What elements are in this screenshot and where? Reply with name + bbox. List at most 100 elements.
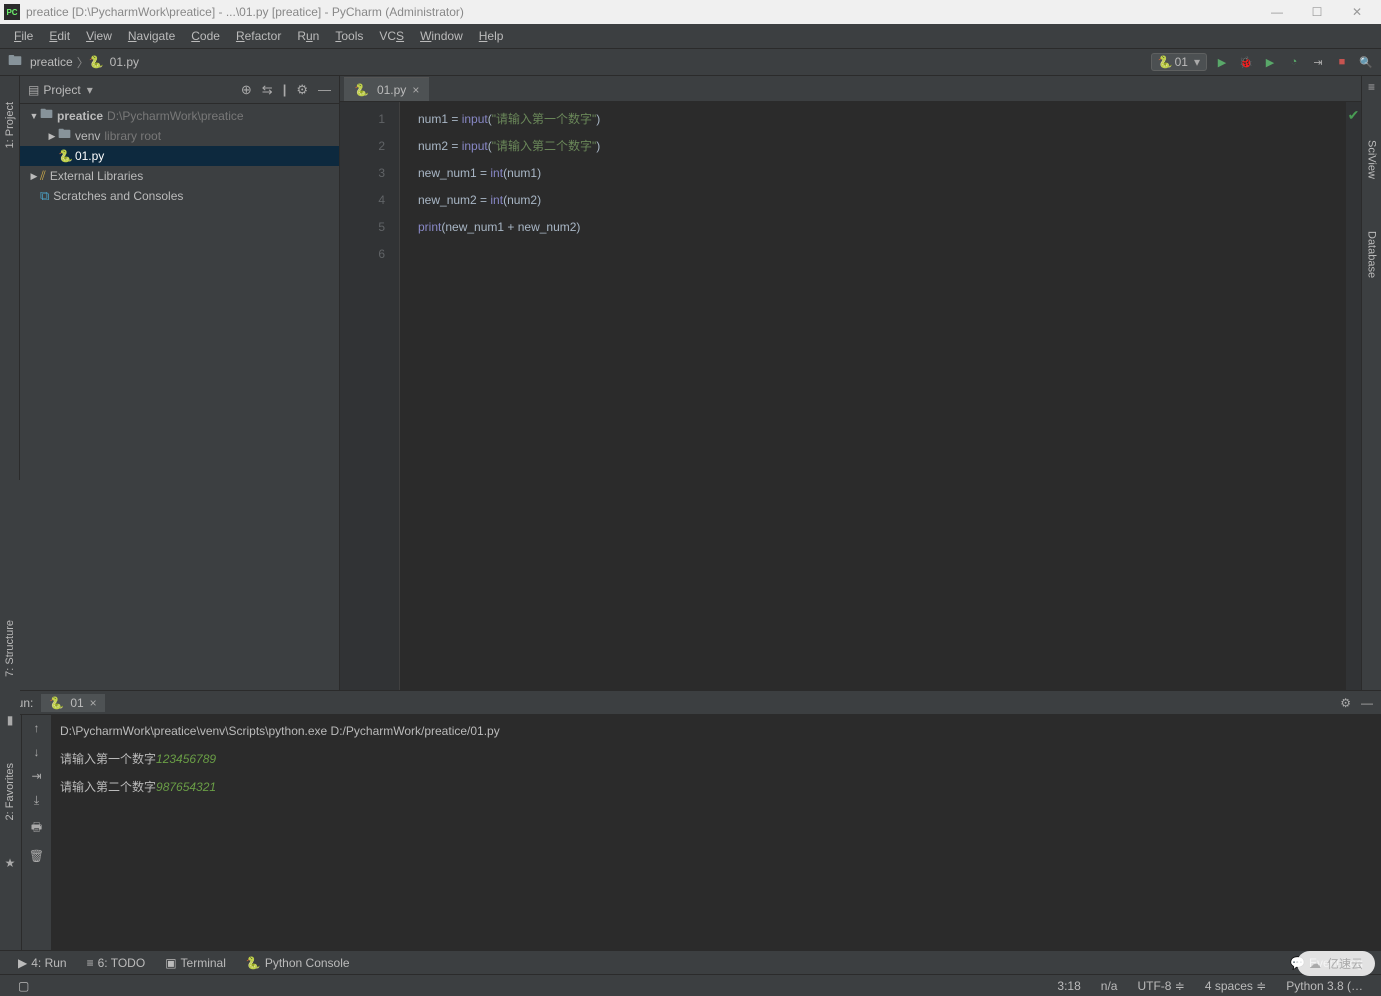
python-file-icon xyxy=(354,83,371,97)
expand-icon[interactable]: ⇆ xyxy=(262,82,273,98)
hide-icon[interactable]: — xyxy=(318,82,331,97)
menu-window[interactable]: Window xyxy=(412,27,471,45)
run-button[interactable]: ▶ xyxy=(1215,55,1229,69)
tab-database[interactable]: Database xyxy=(1364,225,1380,284)
menu-navigate[interactable]: Navigate xyxy=(120,27,183,45)
run-panel: Run: 01 × ⚙ — ↻ ■ ≣ 📌 ↑ ↓ ⇥ ⤓ 🖶 🗑 D:\Pyc… xyxy=(0,690,1381,950)
run-config-dropdown[interactable]: 01 ▾ xyxy=(1151,53,1207,71)
tree-node-scratches[interactable]: ⧉Scratches and Consoles xyxy=(20,186,339,206)
minimize-button[interactable]: — xyxy=(1257,0,1297,24)
menu-run[interactable]: Run xyxy=(289,27,327,45)
folder-icon: 🖿 xyxy=(8,50,22,74)
menu-file[interactable]: File xyxy=(6,27,41,45)
tab-sciview[interactable]: SciView xyxy=(1364,134,1380,185)
breadcrumb-sep: 〉 xyxy=(77,54,89,71)
project-header: ▤ Project ▾ ⊕ ⇆ | ⚙ — xyxy=(20,76,339,104)
editor-area: 01.py × 123456 num1 = input("请输入第一个数字") … xyxy=(340,76,1361,690)
window-titlebar: PC preatice [D:\PycharmWork\preatice] - … xyxy=(0,0,1381,24)
context-info[interactable]: n/a xyxy=(1091,979,1128,993)
line-gutter: 123456 xyxy=(340,102,400,690)
close-tab-icon[interactable]: × xyxy=(412,83,419,97)
bottom-tab-run[interactable]: ▶4: Run xyxy=(8,956,77,970)
print-icon[interactable]: 🖶 xyxy=(31,818,42,839)
menu-code[interactable]: Code xyxy=(183,27,228,45)
tab-project[interactable]: 1: Project xyxy=(2,96,18,154)
window-title: preatice [D:\PycharmWork\preatice] - ...… xyxy=(26,5,1257,19)
scroll-icon[interactable]: ⤓ xyxy=(34,793,39,808)
run-left-tools-2: ↑ ↓ ⇥ ⤓ 🖶 🗑 xyxy=(22,715,52,950)
python-interpreter[interactable]: Python 3.8 (… xyxy=(1276,979,1373,993)
editor-tabs: 01.py × xyxy=(340,76,1361,102)
run-panel-header: Run: 01 × ⚙ — xyxy=(0,691,1381,715)
python-icon xyxy=(49,696,66,710)
gear-icon[interactable]: ⚙ xyxy=(296,82,308,98)
tree-node-venv[interactable]: ▶🖿venvlibrary root xyxy=(20,126,339,146)
down-icon[interactable]: ↓ xyxy=(34,745,40,759)
check-icon: ✔ xyxy=(1346,102,1361,129)
gear-icon[interactable]: ⚙ xyxy=(1340,696,1351,710)
debug-button[interactable]: 🐞 xyxy=(1239,55,1253,69)
tree-node-preatice[interactable]: ▼🖿preaticeD:\PycharmWork\preatice xyxy=(20,106,339,126)
cloud-icon: ☁ xyxy=(1309,957,1321,971)
bottom-toolbar: ▶4: Run ≡6: TODO ▣Terminal 🐍Python Conso… xyxy=(0,950,1381,974)
locate-icon[interactable]: ⊕ xyxy=(241,82,252,98)
menu-refactor[interactable]: Refactor xyxy=(228,27,289,45)
toolbar-actions: ▶ 🐞 ▶ ◔ ⇥ ■ 🔍 xyxy=(1215,55,1373,69)
softwrap-icon[interactable]: ⇥ xyxy=(31,769,41,783)
close-button[interactable]: ✕ xyxy=(1337,0,1377,24)
code-editor[interactable]: 123456 num1 = input("请输入第一个数字") num2 = i… xyxy=(340,102,1361,690)
indent[interactable]: 4 spaces ≑ xyxy=(1195,979,1276,993)
navigation-bar: 🖿 preatice 〉 01.py 01 ▾ ▶ 🐞 ▶ ◔ ⇥ ■ 🔍 xyxy=(0,48,1381,76)
bottom-tab-terminal[interactable]: ▣Terminal xyxy=(155,956,236,970)
tree-node-external-libs[interactable]: ▶⫽External Libraries xyxy=(20,166,339,186)
editor-tab-01py[interactable]: 01.py × xyxy=(344,77,429,101)
structure-icon[interactable]: ▮ xyxy=(7,713,14,727)
up-icon[interactable]: ↑ xyxy=(34,721,40,735)
tab-favorites[interactable]: 2: Favorites xyxy=(2,757,18,826)
maximize-button[interactable]: ☐ xyxy=(1297,0,1337,24)
menu-icon[interactable]: ≡ xyxy=(1368,80,1375,94)
editor-right-gutter: ✔ xyxy=(1345,102,1361,690)
project-title: Project xyxy=(43,83,80,97)
menu-vcs[interactable]: VCS xyxy=(371,27,412,45)
close-icon[interactable]: × xyxy=(90,696,97,710)
menu-tools[interactable]: Tools xyxy=(327,27,371,45)
run-tab[interactable]: 01 × xyxy=(41,694,104,712)
menu-edit[interactable]: Edit xyxy=(41,27,78,45)
attach-button[interactable]: ⇥ xyxy=(1311,55,1325,69)
tab-structure[interactable]: 7: Structure xyxy=(2,614,18,683)
pycharm-logo-icon: PC xyxy=(4,4,20,20)
menu-help[interactable]: Help xyxy=(471,27,512,45)
trash-icon[interactable]: 🗑 xyxy=(29,849,44,863)
encoding[interactable]: UTF-8 ≑ xyxy=(1127,979,1194,993)
chevron-down-icon[interactable]: ▾ xyxy=(87,83,93,97)
breadcrumb-root[interactable]: preatice xyxy=(26,55,77,69)
watermark: ☁ 亿速云 xyxy=(1297,951,1375,976)
code-content[interactable]: num1 = input("请输入第一个数字") num2 = input("请… xyxy=(400,102,1345,690)
run-console[interactable]: D:\PycharmWork\preatice\venv\Scripts\pyt… xyxy=(52,715,1381,950)
run-config-label: 01 xyxy=(1175,55,1188,69)
bottom-tab-python-console[interactable]: 🐍Python Console xyxy=(236,956,360,970)
python-file-icon xyxy=(89,55,106,69)
hide-panel-icon[interactable]: — xyxy=(1361,696,1373,710)
project-toggle-icon[interactable]: ▤ xyxy=(28,83,39,97)
run-tab-label: 01 xyxy=(70,696,83,710)
python-icon xyxy=(1158,55,1175,69)
star-icon[interactable]: ★ xyxy=(5,856,16,870)
bottom-tab-todo[interactable]: ≡6: TODO xyxy=(77,956,156,970)
project-tree: ▼🖿preaticeD:\PycharmWork\preatice ▶🖿venv… xyxy=(20,104,339,690)
search-everywhere-button[interactable]: 🔍 xyxy=(1359,55,1373,69)
project-sidebar: ▤ Project ▾ ⊕ ⇆ | ⚙ — ▼🖿preaticeD:\Pycharm… xyxy=(20,76,340,690)
caret-position[interactable]: 3:18 xyxy=(1047,979,1090,993)
profile-button[interactable]: ◔ xyxy=(1287,55,1301,69)
tree-node-01py[interactable]: 01.py xyxy=(20,146,339,166)
menu-view[interactable]: View xyxy=(78,27,120,45)
divider-icon: | xyxy=(283,82,287,97)
editor-tab-label: 01.py xyxy=(377,83,406,97)
tool-windows-icon[interactable]: ▢ xyxy=(8,979,39,993)
breadcrumb-file[interactable]: 01.py xyxy=(106,55,143,69)
stop-button[interactable]: ■ xyxy=(1335,55,1349,69)
coverage-button[interactable]: ▶ xyxy=(1263,55,1277,69)
chevron-down-icon: ▾ xyxy=(1194,55,1200,69)
python-file-icon xyxy=(58,149,75,163)
